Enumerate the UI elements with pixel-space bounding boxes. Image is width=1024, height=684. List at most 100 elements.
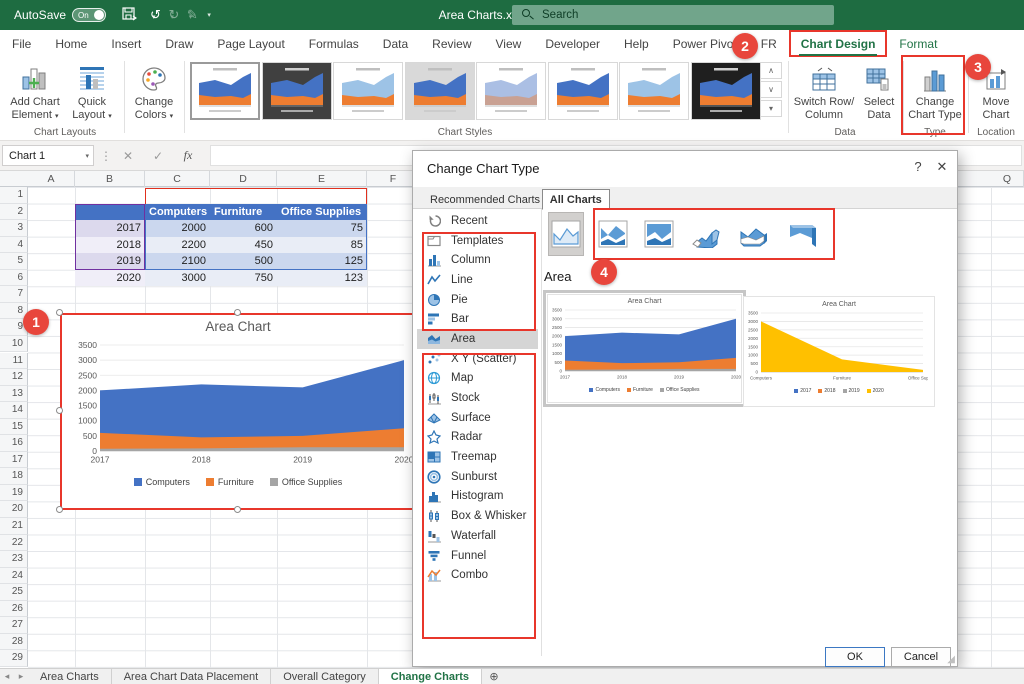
- ribbon-tab-page-layout[interactable]: Page Layout: [205, 30, 296, 57]
- chart-style-thumbnail-4[interactable]: [405, 62, 475, 120]
- row-header-20[interactable]: 20: [0, 501, 28, 518]
- table-cell[interactable]: 600: [210, 220, 277, 237]
- chart-preview-secondary[interactable]: Area Chart 0500100015002000250030003500C…: [743, 296, 935, 407]
- chart-type-funnel[interactable]: Funnel: [417, 546, 538, 566]
- chart-type-radar[interactable]: Radar: [417, 428, 538, 448]
- table-cell[interactable]: 450: [210, 237, 277, 254]
- row-header-14[interactable]: 14: [0, 402, 28, 419]
- ribbon-tab-formulas[interactable]: Formulas: [297, 30, 371, 57]
- close-icon[interactable]: ✕: [931, 159, 953, 175]
- row-header-17[interactable]: 17: [0, 452, 28, 469]
- change-colors-button[interactable]: ChangeColors ▾: [128, 59, 180, 135]
- selection-handle[interactable]: [234, 506, 241, 513]
- row-header-28[interactable]: 28: [0, 634, 28, 651]
- chart-style-thumbnail-2[interactable]: [262, 62, 332, 120]
- ribbon-tab-review[interactable]: Review: [420, 30, 483, 57]
- row-header-16[interactable]: 16: [0, 435, 28, 452]
- table-cell[interactable]: Computers: [145, 204, 210, 221]
- row-header-26[interactable]: 26: [0, 601, 28, 618]
- row-header-24[interactable]: 24: [0, 568, 28, 585]
- chart-preview-area[interactable]: Area Chart 05001000150020002500300035002…: [543, 290, 746, 407]
- pen-tool-button[interactable]: ✎▾: [187, 7, 192, 23]
- chart-type-combo[interactable]: Combo: [417, 565, 538, 585]
- table-cell[interactable]: 2000: [145, 220, 210, 237]
- selection-handle[interactable]: [56, 407, 63, 414]
- row-header-3[interactable]: 3: [0, 220, 28, 237]
- chart-type-templates[interactable]: Templates: [417, 231, 538, 251]
- ok-button[interactable]: OK: [825, 647, 885, 667]
- selection-handle[interactable]: [234, 309, 241, 316]
- table-cell[interactable]: 750: [210, 270, 277, 287]
- chart-type-scatter[interactable]: X Y (Scatter): [417, 349, 538, 369]
- row-header-13[interactable]: 13: [0, 386, 28, 403]
- dialog-tab-recommended-charts[interactable]: Recommended Charts: [423, 190, 547, 209]
- quick-layout-button[interactable]: QuickLayout ▾: [66, 59, 118, 135]
- help-icon[interactable]: ?: [907, 159, 929, 174]
- undo-button[interactable]: ↺▾: [150, 7, 155, 23]
- table-cell[interactable]: 3000: [145, 270, 210, 287]
- chart-type-surface[interactable]: Surface: [417, 408, 538, 428]
- ribbon-tab-chart-design[interactable]: Chart Design: [789, 30, 888, 57]
- column-header-C[interactable]: C: [145, 171, 210, 187]
- chart-type-waterfall[interactable]: Waterfall: [417, 526, 538, 546]
- table-cell[interactable]: 75: [277, 220, 367, 237]
- chart-type-line[interactable]: Line: [417, 270, 538, 290]
- column-header-E[interactable]: E: [277, 171, 367, 187]
- chart-style-thumbnail-8[interactable]: [691, 62, 761, 120]
- autosave-control[interactable]: AutoSave On: [14, 8, 106, 22]
- dialog-tab-all-charts[interactable]: All Charts: [542, 189, 610, 210]
- sheet-tab-overall-category[interactable]: Overall Category: [271, 669, 379, 684]
- sheet-nav-left[interactable]: ◂: [0, 669, 14, 684]
- selection-handle[interactable]: [56, 309, 63, 316]
- search-input[interactable]: Search: [512, 5, 834, 25]
- subtype-3-d-area-icon[interactable]: [689, 213, 723, 255]
- gallery-scroll-up[interactable]: ∧: [760, 62, 782, 79]
- chart-style-thumbnail-1[interactable]: [190, 62, 260, 120]
- table-cell[interactable]: 85: [277, 237, 367, 254]
- subtype-area-icon[interactable]: [549, 213, 583, 255]
- ribbon-tab-data[interactable]: Data: [371, 30, 420, 57]
- change-chart-type-button[interactable]: ChangeChart Type: [908, 59, 962, 135]
- row-header-27[interactable]: 27: [0, 617, 28, 634]
- table-cell[interactable]: 2100: [145, 253, 210, 270]
- ribbon-tab-home[interactable]: Home: [43, 30, 99, 57]
- chart-type-histogram[interactable]: Histogram: [417, 487, 538, 507]
- subtype-3-d-100-stacked-area-icon[interactable]: [785, 213, 819, 255]
- column-header-Q[interactable]: Q: [991, 171, 1024, 187]
- chart-type-pie[interactable]: Pie: [417, 290, 538, 310]
- chart-type-area[interactable]: Area: [417, 329, 538, 349]
- table-cell[interactable]: 2020: [75, 270, 145, 287]
- row-header-4[interactable]: 4: [0, 237, 28, 254]
- chart-style-thumbnail-7[interactable]: [619, 62, 689, 120]
- chart-type-sunburst[interactable]: Sunburst: [417, 467, 538, 487]
- chart-type-column[interactable]: Column: [417, 250, 538, 270]
- row-header-1[interactable]: 1: [0, 187, 28, 204]
- ribbon-tab-view[interactable]: View: [484, 30, 534, 57]
- table-cell[interactable]: 2018: [75, 237, 145, 254]
- table-cell[interactable]: 123: [277, 270, 367, 287]
- table-cell[interactable]: [75, 204, 145, 221]
- gallery-more-button[interactable]: ▾: [760, 100, 782, 117]
- sheet-tab-area-charts[interactable]: Area Charts: [28, 669, 112, 684]
- table-cell[interactable]: 500: [210, 253, 277, 270]
- table-cell[interactable]: Office Supplies: [277, 204, 367, 221]
- row-header-5[interactable]: 5: [0, 253, 28, 270]
- redo-button[interactable]: ↻▾: [168, 7, 173, 23]
- selection-handle[interactable]: [56, 506, 63, 513]
- row-header-22[interactable]: 22: [0, 535, 28, 552]
- gallery-scroll-down[interactable]: ∨: [760, 81, 782, 98]
- column-header-D[interactable]: D: [210, 171, 277, 187]
- ribbon-tab-help[interactable]: Help: [612, 30, 661, 57]
- table-cell[interactable]: 2019: [75, 253, 145, 270]
- subtype-3-d-stacked-area-icon[interactable]: [736, 213, 770, 255]
- row-header-25[interactable]: 25: [0, 584, 28, 601]
- row-header-6[interactable]: 6: [0, 270, 28, 287]
- table-cell[interactable]: 125: [277, 253, 367, 270]
- select-data-button[interactable]: SelectData: [857, 59, 901, 135]
- switch-row-column-button[interactable]: Switch Row/Column: [793, 59, 855, 135]
- cancel-button[interactable]: Cancel: [891, 647, 951, 667]
- row-header-18[interactable]: 18: [0, 468, 28, 485]
- subtype-stacked-area-icon[interactable]: [596, 213, 630, 255]
- row-header-11[interactable]: 11: [0, 353, 28, 370]
- row-header-10[interactable]: 10: [0, 336, 28, 353]
